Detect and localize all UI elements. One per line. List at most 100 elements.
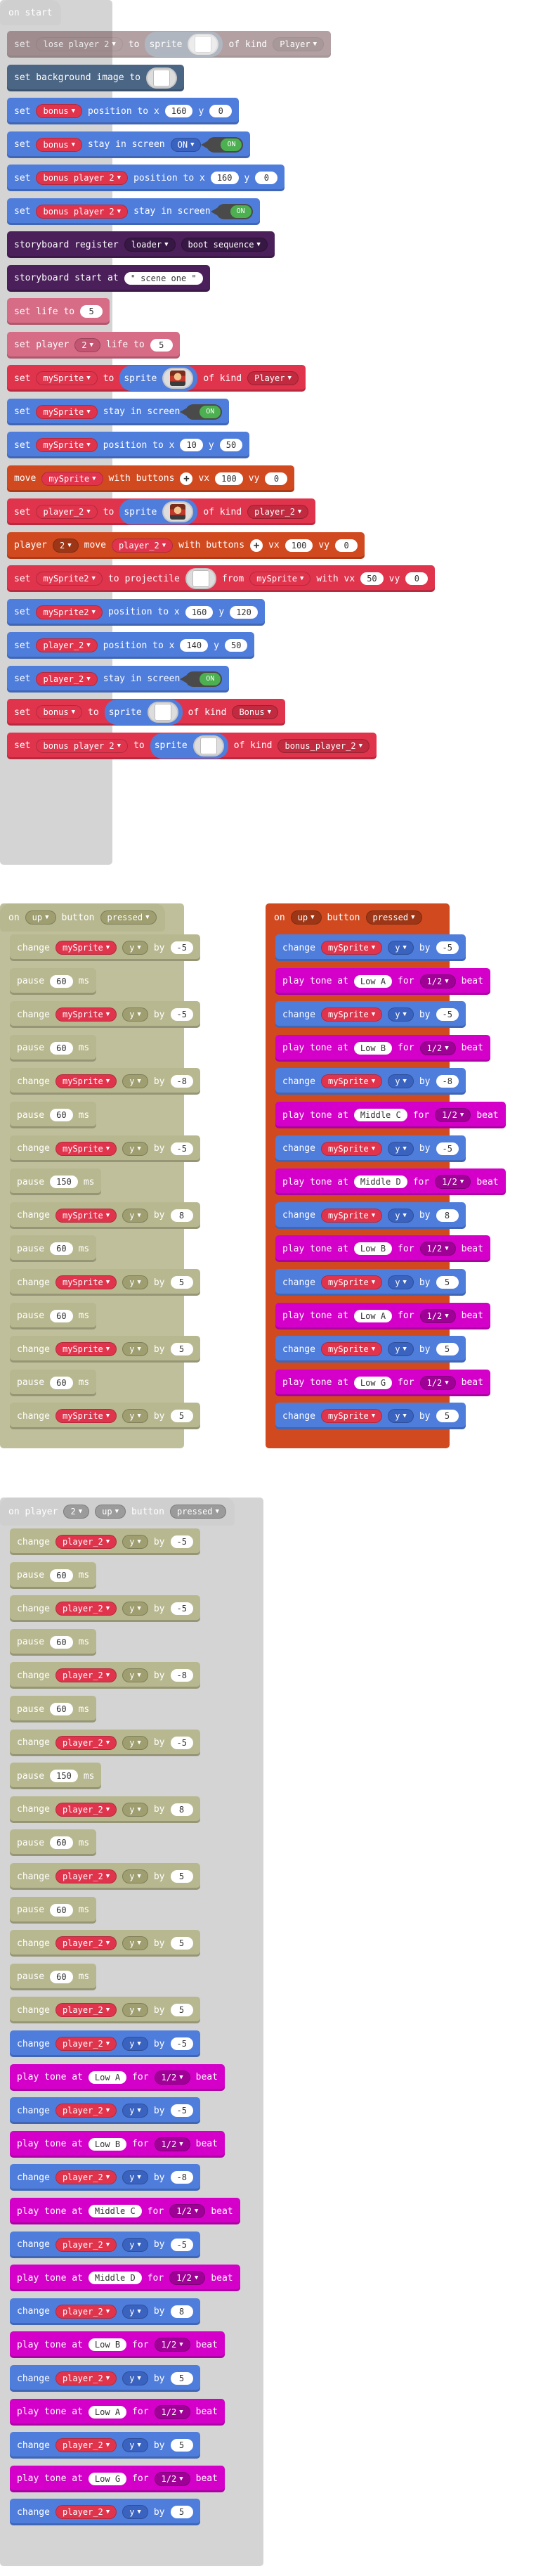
variable-dropdown[interactable]: mySprite ▼ — [55, 941, 117, 955]
number-input[interactable]: 60 — [50, 1376, 73, 1389]
field-dropdown[interactable]: bonus_player_2 ▼ — [277, 738, 370, 753]
on-off-toggle[interactable]: ON — [180, 404, 223, 420]
variable-dropdown[interactable]: mySprite ▼ — [55, 1275, 117, 1289]
number-input[interactable]: 60 — [50, 1635, 73, 1649]
field-dropdown[interactable]: 1/2 ▼ — [154, 2404, 190, 2419]
field-dropdown[interactable]: y ▼ — [122, 1074, 148, 1089]
variable-dropdown[interactable]: player_2 ▼ — [36, 671, 98, 686]
variable-dropdown[interactable]: bonus player 2 ▼ — [36, 171, 129, 185]
number-input[interactable]: 8 — [170, 2305, 193, 2318]
field-dropdown[interactable]: 2 ▼ — [74, 337, 100, 352]
disabled-block[interactable]: change mySprite ▼ y ▼ by -5 — [10, 934, 200, 961]
player2-block[interactable]: change player_2 ▼ y ▼ by 5 — [10, 2365, 200, 2392]
variable-dropdown[interactable]: mySprite ▼ — [320, 1342, 383, 1357]
variable-dropdown[interactable]: mySprite ▼ — [320, 941, 383, 955]
image-picker[interactable] — [192, 735, 224, 756]
number-input[interactable]: 5 — [170, 2004, 193, 2017]
field-dropdown[interactable]: y ▼ — [388, 1007, 414, 1022]
variable-dropdown[interactable]: mySprite ▼ — [249, 572, 311, 586]
on-start-block[interactable]: set mySprite2 ▼ to projectile from mySprite ▼ wi… — [7, 565, 436, 592]
variable-dropdown[interactable]: player_2 ▼ — [55, 2304, 117, 2319]
number-input[interactable]: 0 — [209, 105, 233, 117]
number-input[interactable]: -5 — [170, 1535, 193, 1548]
on-start-block[interactable]: set mySprite ▼ to sprite of kind Player ▼ — [7, 365, 306, 392]
image-picker[interactable] — [146, 67, 178, 89]
player2-block[interactable]: change player_2 ▼ y ▼ by 5 — [10, 1997, 200, 2024]
field-dropdown[interactable]: Player ▼ — [247, 371, 299, 385]
variable-dropdown[interactable]: player_2 ▼ — [55, 1869, 117, 1883]
handler-block[interactable]: play tone at Low A for 1/2 ▼ beat — [275, 967, 490, 995]
field-dropdown[interactable]: 1/2 ▼ — [419, 1041, 456, 1055]
on-start-block[interactable]: set bonus ▼ position to x 160 y 0 — [7, 98, 240, 124]
number-input[interactable]: 5 — [170, 1343, 193, 1356]
on-start-hat[interactable]: on start — [0, 0, 61, 25]
variable-dropdown[interactable]: player_2 ▼ — [55, 2003, 117, 2018]
variable-dropdown[interactable]: player_2 ▼ — [55, 1936, 117, 1951]
field-dropdown[interactable]: y ▼ — [122, 1141, 148, 1156]
on-off-toggle[interactable]: ON — [180, 671, 223, 687]
player2-block[interactable]: change player_2 ▼ y ▼ by 5 — [10, 2432, 200, 2459]
handler-block[interactable]: play tone at Low G for 1/2 ▼ beat — [275, 1369, 490, 1396]
field-dropdown[interactable]: 1/2 ▼ — [435, 1175, 471, 1190]
number-input[interactable]: 160 — [210, 172, 239, 184]
variable-dropdown[interactable]: player_2 ▼ — [55, 2037, 117, 2051]
handler-block[interactable]: change mySprite ▼ y ▼ by -5 — [275, 1001, 466, 1029]
image-picker[interactable] — [162, 368, 194, 389]
player2-block[interactable]: play tone at Middle D for 1/2 ▼ beat — [10, 2265, 240, 2292]
on-up-button-hat-disabled[interactable]: on up ▼ button pressed ▼ — [0, 903, 165, 932]
on-start-block[interactable]: set bonus player 2 ▼ stay in screen ON — [7, 198, 260, 225]
field-dropdown[interactable]: y ▼ — [122, 1275, 148, 1289]
number-input[interactable]: 5 — [170, 2372, 193, 2385]
number-input[interactable]: 0 — [255, 172, 278, 184]
field-dropdown[interactable]: y ▼ — [122, 1802, 148, 1817]
string-input[interactable]: " scene one " — [124, 271, 203, 285]
number-input[interactable]: -5 — [436, 1008, 459, 1022]
image-picker[interactable] — [188, 34, 219, 55]
handler-block[interactable]: play tone at Middle D for 1/2 ▼ beat — [275, 1168, 506, 1196]
field-dropdown[interactable]: y ▼ — [122, 2104, 148, 2118]
variable-dropdown[interactable]: mySprite ▼ — [55, 1007, 117, 1022]
field-dropdown[interactable]: y ▼ — [122, 1735, 148, 1750]
number-input[interactable]: -5 — [170, 941, 193, 954]
player2-block[interactable]: change player_2 ▼ y ▼ by 8 — [10, 2298, 200, 2325]
number-input[interactable]: -8 — [170, 2171, 193, 2184]
disabled-block[interactable]: change mySprite ▼ y ▼ by -8 — [10, 1068, 200, 1095]
disabled-block[interactable]: change mySprite ▼ y ▼ by 8 — [10, 1202, 200, 1229]
field-dropdown[interactable]: 1/2 ▼ — [419, 1308, 456, 1323]
variable-dropdown[interactable]: bonus ▼ — [36, 137, 83, 152]
field-dropdown[interactable]: Player ▼ — [273, 37, 325, 51]
variable-dropdown[interactable]: mySprite ▼ — [55, 1141, 117, 1156]
on-start-block[interactable]: set player 2 ▼ life to 5 — [7, 331, 180, 359]
string-input[interactable]: Low G — [353, 1376, 393, 1389]
variable-dropdown[interactable]: mySprite ▼ — [55, 1342, 117, 1357]
number-input[interactable]: -5 — [170, 1008, 193, 1022]
variable-dropdown[interactable]: mySprite ▼ — [36, 404, 98, 419]
field-dropdown[interactable]: 1/2 ▼ — [169, 2204, 206, 2218]
number-input[interactable]: 150 — [50, 1770, 78, 1783]
number-input[interactable]: 100 — [215, 472, 243, 485]
on-start-block[interactable]: set background image to — [7, 64, 185, 91]
handler-block[interactable]: play tone at Low A for 1/2 ▼ beat — [275, 1302, 490, 1329]
number-input[interactable]: -5 — [170, 2238, 193, 2251]
disabled-block[interactable]: pause 150 ms — [10, 1168, 102, 1196]
number-input[interactable]: 5 — [170, 1870, 193, 1883]
variable-dropdown[interactable]: mySprite2 ▼ — [36, 605, 103, 619]
on-start-block[interactable]: storyboard register loader ▼ boot sequence ▼ — [7, 231, 275, 258]
player2-block[interactable]: change player_2 ▼ y ▼ by -5 — [10, 1595, 200, 1623]
player2-block[interactable]: pause 60 ms — [10, 1829, 97, 1857]
on-start-block[interactable]: set life to 5 — [7, 298, 110, 325]
string-input[interactable]: Middle D — [353, 1176, 407, 1189]
field-dropdown[interactable]: 2 ▼ — [52, 538, 79, 553]
number-input[interactable]: -5 — [170, 2104, 193, 2118]
field-dropdown[interactable]: y ▼ — [122, 1007, 148, 1022]
number-input[interactable]: 60 — [50, 1569, 73, 1582]
player2-block[interactable]: change player_2 ▼ y ▼ by -8 — [10, 2164, 200, 2191]
on-off-toggle[interactable]: ON — [210, 203, 253, 219]
string-input[interactable]: Low B — [88, 2137, 127, 2151]
disabled-block[interactable]: change mySprite ▼ y ▼ by -5 — [10, 1001, 200, 1029]
number-input[interactable]: 60 — [50, 1109, 73, 1121]
disabled-block[interactable]: change mySprite ▼ y ▼ by 5 — [10, 1336, 200, 1363]
number-input[interactable]: 50 — [219, 439, 243, 451]
variable-dropdown[interactable]: mySprite ▼ — [55, 1208, 117, 1223]
player2-block[interactable]: change player_2 ▼ y ▼ by -5 — [10, 2231, 200, 2258]
